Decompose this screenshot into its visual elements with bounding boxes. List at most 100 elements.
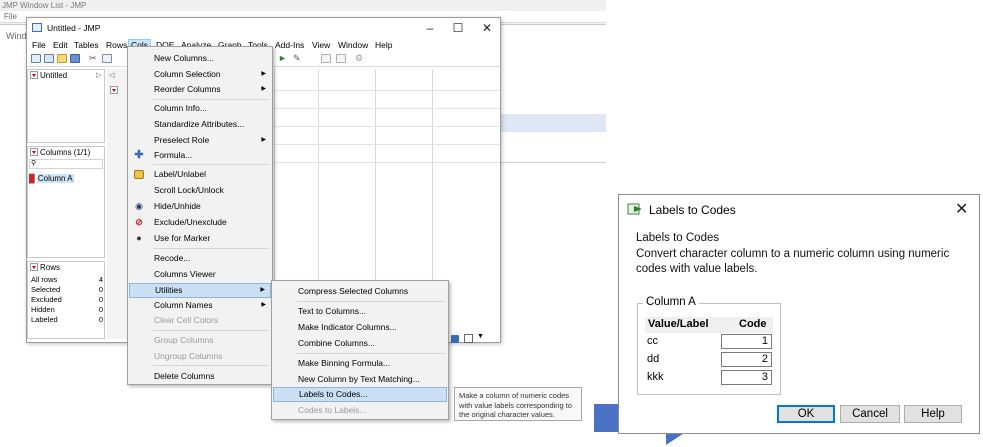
submenu-item-make-indicator[interactable]: Make Indicator Columns... (273, 320, 447, 335)
menu-item-hide-unhide[interactable]: ◉ Hide/Unhide (129, 199, 271, 214)
stat-label: Selected (31, 285, 61, 294)
menu-file[interactable]: File (30, 39, 48, 51)
menu-window[interactable]: Window (336, 39, 370, 51)
columns-panel: Columns (1/1) ⚲ █ Column A (27, 146, 105, 258)
menu-add-ins[interactable]: Add-Ins (273, 39, 306, 51)
tooltip: Make a column of numeric codes with valu… (454, 387, 582, 421)
pencil-icon[interactable]: ✎ (293, 54, 303, 63)
grid-red-triangle-icon[interactable] (110, 86, 118, 94)
submenu-item-labels-to-codes[interactable]: Labels to Codes... (273, 387, 447, 402)
menu-item-recode[interactable]: Recode... (129, 251, 271, 266)
copy-icon[interactable] (102, 54, 112, 63)
row-stat-excluded: Excluded 0 (31, 295, 103, 305)
new-table-icon[interactable] (31, 54, 41, 63)
table-panel: Untitled ▷ (27, 69, 105, 143)
menu-item-formula[interactable]: ✚ Formula... (129, 148, 271, 163)
column-list-item[interactable]: █ Column A (29, 173, 103, 184)
row-stat-labeled: Labeled 0 (31, 315, 103, 325)
menu-item-column-selection[interactable]: Column Selection ▶ (129, 67, 271, 82)
menu-item-label: Label/Unlabel (154, 169, 206, 179)
menu-item-columns-viewer[interactable]: Columns Viewer (129, 267, 271, 282)
menu-item-label: Recode... (154, 253, 191, 263)
collapse-arrow-icon[interactable]: ▷ (96, 71, 101, 79)
code-input[interactable]: 1 (721, 334, 772, 349)
submenu-item-make-binning[interactable]: Make Binning Formula... (273, 356, 447, 371)
new-script-icon[interactable] (44, 54, 54, 63)
menu-item-column-info[interactable]: Column Info... (129, 101, 271, 116)
row-stat-all: All rows 4 (31, 275, 103, 285)
menu-item-reorder-columns[interactable]: Reorder Columns ▶ (129, 82, 271, 97)
menu-item-column-names[interactable]: Column Names ▶ (129, 298, 271, 313)
row-label: cc (647, 335, 658, 347)
menu-item-new-columns[interactable]: New Columns... (129, 51, 271, 66)
submenu-arrow-icon: ▶ (261, 86, 266, 92)
marker-icon: ● (136, 233, 142, 243)
menu-item-preselect-role[interactable]: Preselect Role ▶ (129, 133, 271, 148)
minimize-icon[interactable]: – (417, 20, 443, 36)
rows-panel-title: Rows (40, 263, 61, 272)
mapping-row: kkk 3 (645, 370, 773, 388)
menu-item-scroll-lock[interactable]: Scroll Lock/Unlock (129, 183, 271, 198)
submenu-item-text-matching[interactable]: New Column by Text Matching... (273, 372, 447, 387)
menu-item-label: Labels to Codes... (299, 389, 368, 399)
row-stat-hidden: Hidden 0 (31, 305, 103, 315)
rows-panel: Rows All rows 4 Selected 0 Excluded 0 Hidde… (27, 261, 105, 339)
menu-item-standardize-attributes[interactable]: Standardize Attributes... (129, 117, 271, 132)
menu-item-label-unlabel[interactable]: Label/Unlabel (129, 167, 271, 182)
menu-item-label: Columns Viewer (154, 269, 216, 279)
menu-item-label: Clear Cell Colors (154, 315, 219, 325)
open-icon[interactable] (57, 54, 67, 63)
menu-item-label: Make Indicator Columns... (298, 322, 397, 332)
dialog-heading: Labels to Codes (636, 232, 720, 244)
code-input[interactable]: 3 (721, 370, 772, 385)
status-box-icon[interactable] (464, 334, 473, 343)
menu-item-clear-cell-colors[interactable]: Clear Cell Colors (129, 313, 271, 328)
collapse-left-icon[interactable]: ◁ (109, 71, 114, 79)
menu-edit[interactable]: Edit (51, 39, 70, 51)
cut-icon[interactable]: ✂ (89, 54, 99, 63)
mapping-row: cc 1 (645, 334, 773, 352)
bg-menu-file[interactable]: File (4, 12, 17, 21)
menu-item-ungroup-columns[interactable]: Ungroup Columns (129, 349, 271, 364)
menu-item-label: Column Selection (154, 69, 221, 79)
submenu-item-combine-columns[interactable]: Combine Columns... (273, 336, 447, 351)
menu-item-utilities[interactable]: Utilities ▶ (129, 283, 271, 298)
cancel-button[interactable]: Cancel (840, 405, 900, 423)
menu-help[interactable]: Help (373, 39, 394, 51)
column-search-input[interactable]: ⚲ (29, 159, 103, 169)
submenu-item-text-to-columns[interactable]: Text to Columns... (273, 304, 447, 319)
grid-icon[interactable] (321, 54, 331, 63)
menu-tables[interactable]: Tables (72, 39, 101, 51)
menu-item-label: Standardize Attributes... (154, 119, 245, 129)
menu-item-use-for-marker[interactable]: ● Use for Marker (129, 231, 271, 246)
code-input[interactable]: 2 (721, 352, 772, 367)
close-icon[interactable]: ✕ (474, 20, 500, 36)
menu-item-label: Compress Selected Columns (298, 286, 409, 296)
status-dropdown-icon[interactable]: ▼ (477, 333, 484, 340)
chart-icon[interactable] (336, 54, 346, 63)
menu-rows[interactable]: Rows (104, 39, 129, 51)
menu-item-exclude-unexclude[interactable]: ⊘ Exclude/Unexclude (129, 215, 271, 230)
dialog-close-icon[interactable]: ✕ (955, 199, 968, 219)
dialog-description: Convert character column to a numeric co… (636, 248, 950, 275)
run-script-icon[interactable]: ► (278, 54, 288, 63)
status-info-icon[interactable] (451, 335, 459, 343)
tools-icon[interactable]: ⚙ (355, 54, 365, 63)
nominal-bar-icon: █ (29, 174, 35, 183)
row-stat-selected: Selected 0 (31, 285, 103, 295)
mapping-table-header: Value/Label Code (645, 317, 773, 333)
stat-value: 4 (98, 275, 103, 284)
ok-button[interactable]: OK (777, 405, 835, 423)
save-icon[interactable] (70, 54, 80, 63)
submenu-item-compress[interactable]: Compress Selected Columns (273, 284, 447, 299)
menu-item-group-columns[interactable]: Group Columns (129, 333, 271, 348)
help-button[interactable]: Help (904, 405, 962, 423)
cols-menu: New Columns... Column Selection ▶ Reorder… (127, 46, 273, 385)
submenu-item-codes-to-labels[interactable]: Codes to Labels... (273, 403, 447, 418)
menu-item-delete-columns[interactable]: Delete Columns (129, 369, 271, 384)
window-title: Untitled - JMP (47, 23, 101, 33)
exclude-icon: ⊘ (135, 217, 143, 227)
maximize-icon[interactable]: ☐ (445, 20, 471, 36)
menu-item-label: Scroll Lock/Unlock (154, 185, 224, 195)
menu-view[interactable]: View (310, 39, 332, 51)
